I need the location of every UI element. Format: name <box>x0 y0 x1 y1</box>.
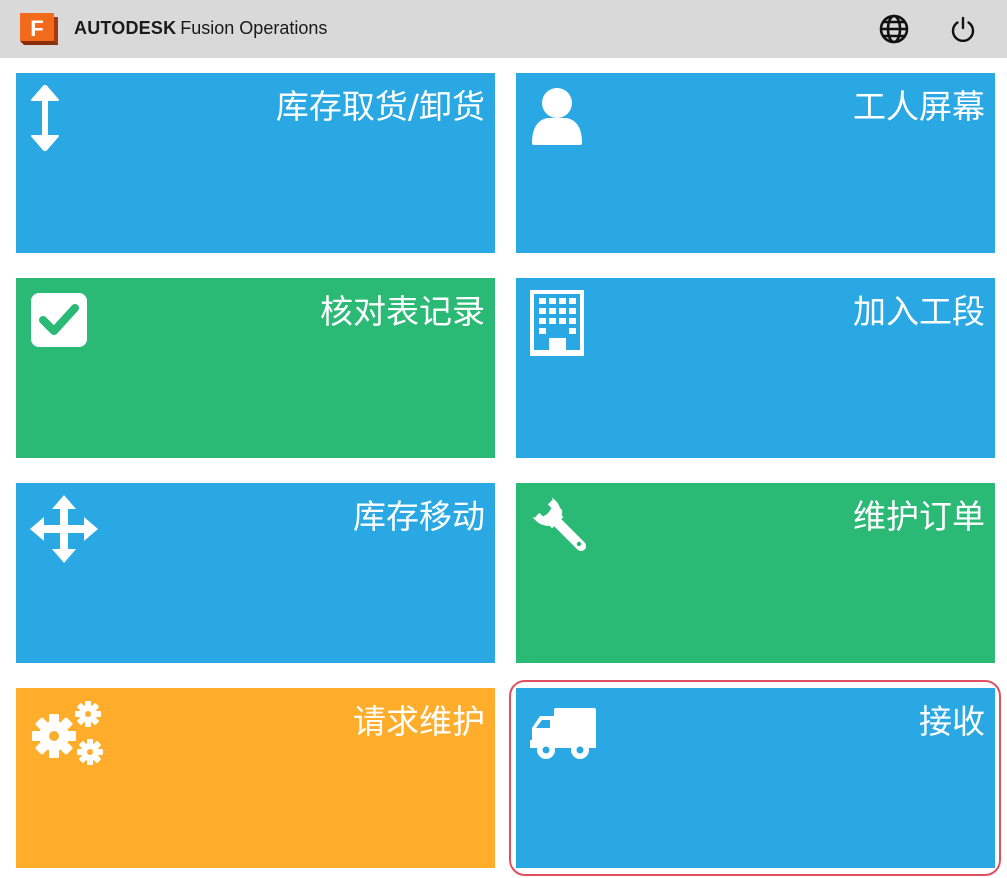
tile-label: 库存移动 <box>353 497 485 536</box>
tile-label: 库存取货/卸货 <box>275 87 485 126</box>
tile-checklist-records[interactable]: 核对表记录 <box>16 278 495 458</box>
user-icon <box>530 85 586 151</box>
tile-maintenance-orders[interactable]: 维护订单 <box>516 483 995 663</box>
tile-inventory-move[interactable]: 库存移动 <box>16 483 495 663</box>
power-icon <box>951 16 975 43</box>
tile-label: 维护订单 <box>853 497 985 536</box>
tile-receive[interactable]: 接收 <box>516 688 995 868</box>
svg-text:F: F <box>30 16 43 41</box>
language-button[interactable] <box>876 11 912 47</box>
vertical-arrows-icon <box>30 84 60 155</box>
logout-button[interactable] <box>945 11 981 47</box>
brand-product: Fusion Operations <box>180 18 328 38</box>
tile-worker-screen[interactable]: 工人屏幕 <box>516 73 995 253</box>
wrench-icon <box>530 495 594 563</box>
top-bar: F AUTODESK Fusion Operations <box>0 0 1007 58</box>
move-arrows-icon <box>30 495 98 567</box>
building-icon <box>530 290 584 360</box>
tile-label: 核对表记录 <box>320 292 485 331</box>
checkbox-icon <box>30 290 88 352</box>
tile-request-maintenance[interactable]: 请求维护 <box>16 688 495 868</box>
gears-icon <box>30 700 104 770</box>
tile-label: 加入工段 <box>853 292 985 331</box>
globe-icon <box>879 14 909 44</box>
tile-inventory-pickup-dropoff[interactable]: 库存取货/卸货 <box>16 73 495 253</box>
brand-autodesk: AUTODESK <box>74 18 177 38</box>
fusion-logo-icon: F <box>18 11 62 51</box>
tile-label: 请求维护 <box>353 702 485 741</box>
app-title: AUTODESK Fusion Operations <box>74 16 327 40</box>
tile-join-section[interactable]: 加入工段 <box>516 278 995 458</box>
tile-label: 接收 <box>919 702 985 741</box>
truck-icon <box>530 706 598 764</box>
tile-label: 工人屏幕 <box>853 87 985 126</box>
